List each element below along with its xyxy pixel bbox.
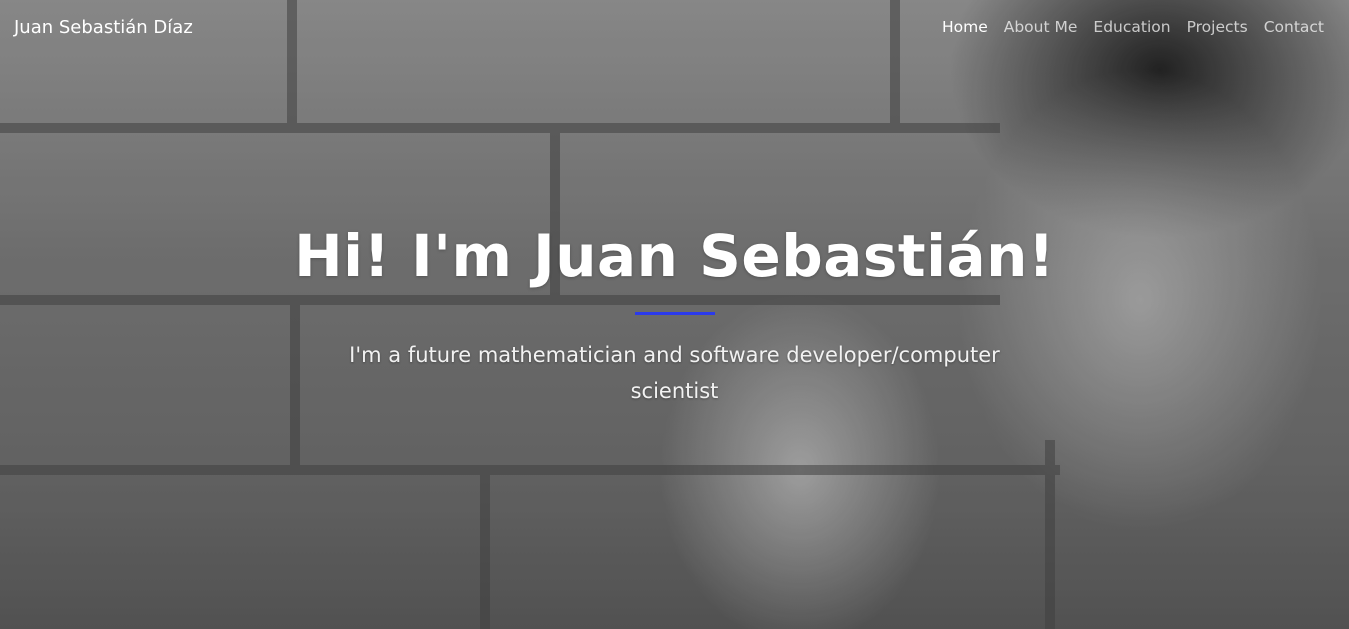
- nav-link-projects[interactable]: Projects: [1187, 18, 1248, 36]
- hero-title: Hi! I'm Juan Sebastián!: [294, 222, 1055, 290]
- hero-section: Juan Sebastián Díaz Home About Me Educat…: [0, 0, 1349, 629]
- hero-divider: [634, 312, 715, 315]
- top-navbar: Juan Sebastián Díaz Home About Me Educat…: [0, 0, 1349, 54]
- nav-link-about-me[interactable]: About Me: [1004, 18, 1078, 36]
- hero-subtitle: I'm a future mathematician and software …: [349, 343, 1000, 403]
- hero-content: Hi! I'm Juan Sebastián! I'm a future mat…: [0, 222, 1349, 409]
- brand-link[interactable]: Juan Sebastián Díaz: [14, 17, 193, 38]
- nav-link-contact[interactable]: Contact: [1264, 18, 1324, 36]
- nav-links: Home About Me Education Projects Contact: [942, 18, 1335, 36]
- nav-link-education[interactable]: Education: [1093, 18, 1170, 36]
- nav-link-home[interactable]: Home: [942, 18, 988, 36]
